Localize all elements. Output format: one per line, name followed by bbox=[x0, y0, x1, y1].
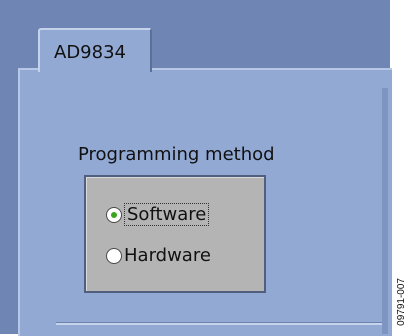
panel-inner-edge bbox=[382, 88, 388, 334]
tab-label: AD9834 bbox=[54, 42, 126, 63]
hardware-label: Hardware bbox=[124, 245, 211, 266]
programming-method-title: Programming method bbox=[78, 144, 275, 165]
figure-code: 09791-007 bbox=[396, 278, 407, 326]
hardware-radio[interactable] bbox=[106, 247, 122, 264]
hardware-option[interactable]: Hardware bbox=[106, 245, 211, 266]
programming-method-group: Software Hardware bbox=[84, 175, 266, 293]
software-radio[interactable] bbox=[106, 206, 122, 223]
bottom-separator bbox=[56, 322, 382, 325]
software-label: Software bbox=[124, 203, 210, 226]
tab-ad9834[interactable]: AD9834 bbox=[38, 28, 152, 72]
software-option[interactable]: Software bbox=[106, 203, 210, 226]
